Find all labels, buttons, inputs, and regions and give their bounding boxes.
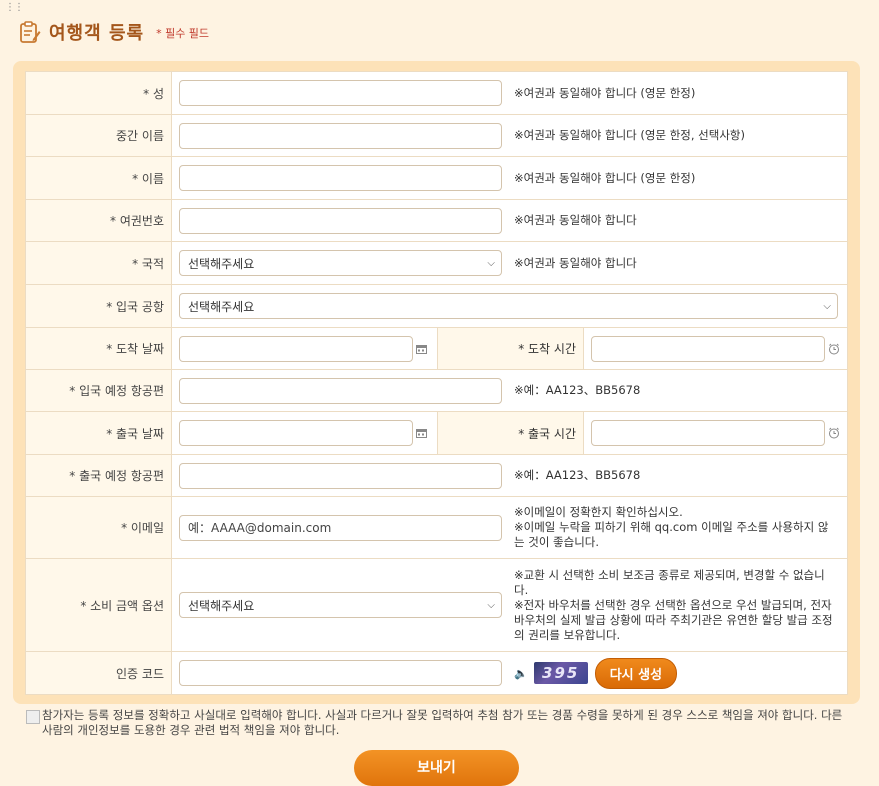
arrival-time-label: * 도착 시간 <box>437 327 584 370</box>
row-arrival-flight: * 입국 예정 항공편 ※예：AA123、BB5678 <box>25 369 848 412</box>
spending-note-2: ※전자 바우처를 선택한 경우 선택한 옵션으로 우선 발급되며, 전자 바우처… <box>514 597 833 642</box>
row-arrival: * 도착 날짜 * 도착 시간 <box>25 327 848 370</box>
airport-select-value: 선택해주세요 <box>188 299 255 314</box>
spending-select[interactable]: 선택해주세요 ⌵ <box>179 592 502 618</box>
nationality-select[interactable]: 선택해주세요 ⌵ <box>179 250 502 276</box>
spending-label: * 소비 금액 옵션 <box>25 558 172 652</box>
email-note-2: ※이메일 누락을 피하기 위해 qq.com 이메일 주소를 사용하지 않는 것… <box>514 520 829 549</box>
agreement-checkbox[interactable] <box>26 710 40 724</box>
row-nationality: * 국적 선택해주세요 ⌵ ※여권과 동일해야 합니다 <box>25 241 848 285</box>
arrival-flight-note: ※예：AA123、BB5678 <box>514 383 641 397</box>
arrival-flight-input[interactable] <box>179 377 502 404</box>
speaker-icon[interactable]: 🔈 <box>514 667 528 680</box>
first-name-label: * 이름 <box>25 156 172 200</box>
nationality-select-value: 선택해주세요 <box>188 256 255 271</box>
departure-flight-label: * 출국 예정 항공편 <box>25 454 172 497</box>
airport-label: * 입국 공항 <box>25 284 172 328</box>
email-note-1: ※이메일이 정확한지 확인하십시오. <box>514 505 683 519</box>
registration-form: * 성 ※여권과 동일해야 합니다 (영문 한정) 중간 이름 ※여권과 동일해… <box>25 71 848 695</box>
clock-icon[interactable] <box>828 343 840 355</box>
row-spending: * 소비 금액 옵션 선택해주세요 ⌵ ※교환 시 선택한 소비 보조금 종류로… <box>25 558 848 652</box>
first-name-input[interactable] <box>179 165 502 191</box>
form-icon <box>19 20 41 44</box>
row-captcha: 인증 코드 🔈 395 다시 생성 <box>25 651 848 695</box>
departure-time-label: * 출국 시간 <box>437 411 584 455</box>
arrival-time-input[interactable] <box>591 335 825 362</box>
passport-label: * 여권번호 <box>25 199 172 242</box>
email-notes: ※이메일이 정확한지 확인하십시오. ※이메일 누락을 피하기 위해 qq.co… <box>514 501 837 554</box>
arrival-flight-label: * 입국 예정 항공편 <box>25 369 172 412</box>
agreement-text: 참가자는 등록 정보를 정확하고 사실대로 입력해야 합니다. 사실과 다르거나… <box>42 708 843 737</box>
drag-handle[interactable]: ⋮⋮ <box>5 3 24 13</box>
arrival-date-input[interactable] <box>179 335 413 362</box>
form-panel: * 성 ※여권과 동일해야 합니다 (영문 한정) 중간 이름 ※여권과 동일해… <box>13 61 860 704</box>
arrival-date-label: * 도착 날짜 <box>25 327 172 370</box>
submit-button[interactable]: 보내기 <box>354 750 519 786</box>
row-departure: * 출국 날짜 * 출국 시간 <box>25 411 848 455</box>
chevron-down-icon: ⌵ <box>487 257 495 269</box>
last-name-note: ※여권과 동일해야 합니다 (영문 한정) <box>514 85 696 100</box>
row-middle-name: 중간 이름 ※여권과 동일해야 합니다 (영문 한정, 선택사항) <box>25 114 848 157</box>
departure-date-label: * 출국 날짜 <box>25 411 172 455</box>
clock-icon[interactable] <box>828 427 840 439</box>
passport-input[interactable] <box>179 207 502 234</box>
departure-date-input[interactable] <box>179 420 413 446</box>
middle-name-label: 중간 이름 <box>25 114 172 157</box>
row-email: * 이메일 ※이메일이 정확한지 확인하십시오. ※이메일 누락을 피하기 위해… <box>25 496 848 559</box>
regenerate-captcha-button[interactable]: 다시 생성 <box>594 657 678 689</box>
captcha-image: 395 <box>533 662 588 684</box>
chevron-down-icon: ⌵ <box>487 599 495 611</box>
captcha-label: 인증 코드 <box>25 651 172 695</box>
first-name-note: ※여권과 동일해야 합니다 (영문 한정) <box>514 170 696 185</box>
departure-flight-input[interactable] <box>179 462 502 489</box>
last-name-input[interactable] <box>179 80 502 106</box>
nationality-label: * 국적 <box>25 241 172 285</box>
middle-name-input[interactable] <box>179 122 502 149</box>
page-title: 여행객 등록 <box>49 23 145 44</box>
email-input[interactable] <box>179 514 502 541</box>
row-last-name: * 성 ※여권과 동일해야 합니다 (영문 한정) <box>25 71 848 115</box>
email-label: * 이메일 <box>25 496 172 559</box>
chevron-down-icon: ⌵ <box>823 300 831 312</box>
passport-note: ※여권과 동일해야 합니다 <box>514 213 637 227</box>
page-header: 여행객 등록 * 필수 필드 <box>19 17 209 47</box>
row-airport: * 입국 공항 선택해주세요 ⌵ <box>25 284 848 328</box>
last-name-label: * 성 <box>25 71 172 115</box>
spending-select-value: 선택해주세요 <box>188 598 255 613</box>
captcha-input[interactable] <box>179 660 502 686</box>
row-first-name: * 이름 ※여권과 동일해야 합니다 (영문 한정) <box>25 156 848 200</box>
nationality-note: ※여권과 동일해야 합니다 <box>514 255 637 270</box>
calendar-icon[interactable] <box>416 344 427 354</box>
calendar-icon[interactable] <box>416 428 427 438</box>
spending-notes: ※교환 시 선택한 소비 보조금 종류로 제공되며, 변경할 수 없습니다. ※… <box>514 564 837 647</box>
spending-note-1: ※교환 시 선택한 소비 보조금 종류로 제공되며, 변경할 수 없습니다. <box>514 567 825 597</box>
agreement: 참가자는 등록 정보를 정확하고 사실대로 입력해야 합니다. 사실과 다르거나… <box>26 708 856 738</box>
row-passport: * 여권번호 ※여권과 동일해야 합니다 <box>25 199 848 242</box>
departure-time-input[interactable] <box>591 420 825 446</box>
airport-select[interactable]: 선택해주세요 ⌵ <box>179 293 838 319</box>
departure-flight-note: ※예：AA123、BB5678 <box>514 468 641 482</box>
middle-name-note: ※여권과 동일해야 합니다 (영문 한정, 선택사항) <box>514 128 745 142</box>
row-departure-flight: * 출국 예정 항공편 ※예：AA123、BB5678 <box>25 454 848 497</box>
required-note: * 필수 필드 <box>156 27 210 40</box>
